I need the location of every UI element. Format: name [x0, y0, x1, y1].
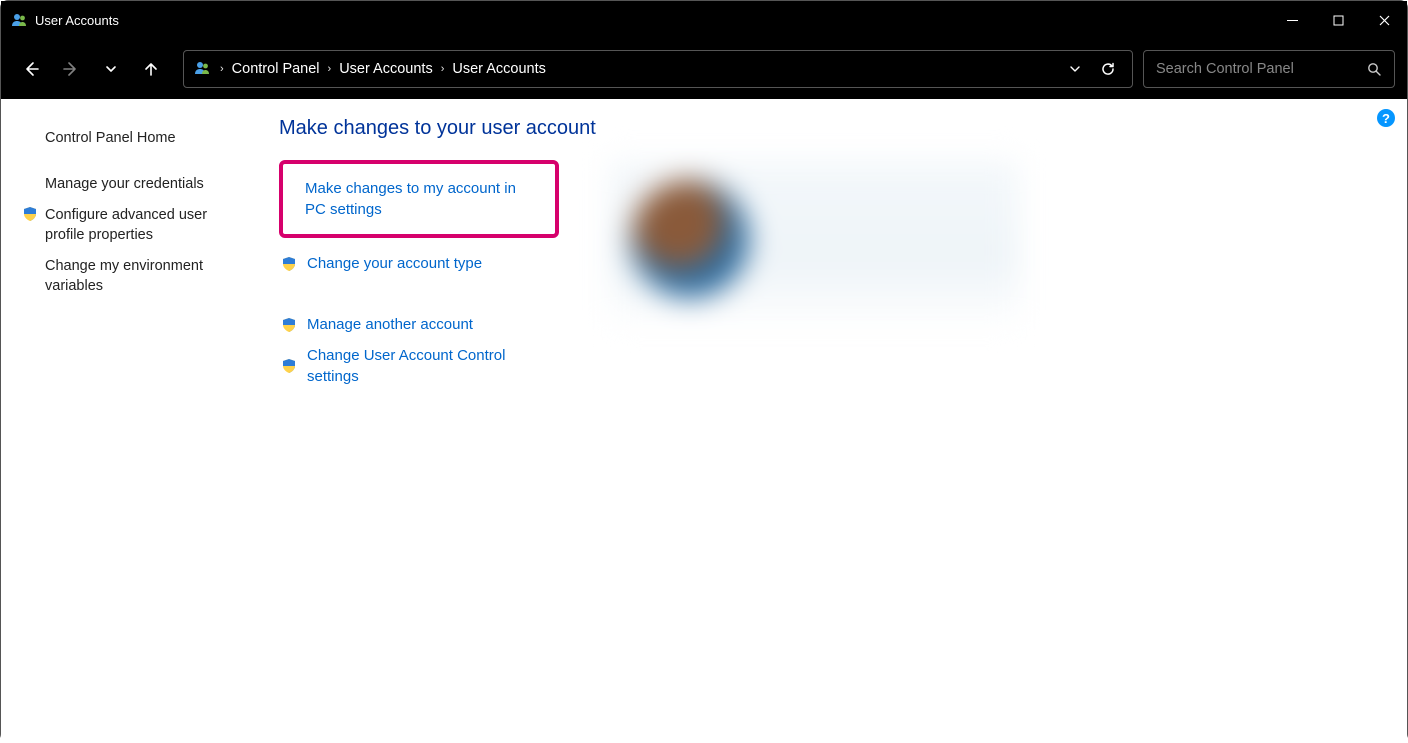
breadcrumb-root[interactable]: Control Panel — [226, 57, 326, 81]
shield-icon — [281, 358, 297, 374]
forward-button[interactable] — [53, 51, 89, 87]
sidebar-item-label: Configure advanced user profile properti… — [45, 206, 243, 245]
sidebar: Control Panel Home Manage your credentia… — [1, 99, 259, 743]
up-button[interactable] — [133, 51, 169, 87]
address-dropdown-button[interactable] — [1068, 62, 1082, 76]
navbar: › Control Panel › User Accounts › User A… — [1, 39, 1407, 99]
shield-icon — [281, 256, 297, 272]
control-panel-home-link[interactable]: Control Panel Home — [17, 123, 247, 155]
search-icon[interactable] — [1367, 62, 1382, 77]
back-button[interactable] — [13, 51, 49, 87]
page-heading: Make changes to your user account — [279, 117, 1387, 140]
window-title: User Accounts — [35, 13, 1269, 28]
sidebar-home-label: Control Panel Home — [45, 129, 176, 149]
option-label: Change your account type — [307, 253, 482, 274]
recent-locations-button[interactable] — [93, 51, 129, 87]
address-icon — [194, 60, 212, 78]
option-manage-another-account[interactable]: Manage another account — [279, 309, 559, 340]
sidebar-item-label: Manage your credentials — [45, 175, 204, 195]
shield-icon — [281, 317, 297, 333]
account-info-card — [609, 160, 1019, 330]
chevron-right-icon: › — [326, 63, 334, 75]
option-label: Change User Account Control settings — [307, 345, 559, 387]
option-change-account-type[interactable]: Change your account type — [279, 248, 559, 279]
minimize-button[interactable] — [1269, 1, 1315, 39]
sidebar-item-env-vars[interactable]: Change my environment variables — [17, 251, 247, 302]
address-bar[interactable]: › Control Panel › User Accounts › User A… — [183, 50, 1133, 88]
option-label: Manage another account — [307, 314, 473, 335]
chevron-right-icon: › — [218, 63, 226, 75]
breadcrumb-leaf[interactable]: User Accounts — [446, 57, 552, 81]
shield-icon — [21, 206, 39, 222]
search-box[interactable] — [1143, 50, 1395, 88]
search-input[interactable] — [1156, 61, 1367, 77]
options-column: Make changes to my account in PC setting… — [279, 160, 559, 392]
pc-settings-link[interactable]: Make changes to my account in PC setting… — [305, 180, 516, 218]
maximize-button[interactable] — [1315, 1, 1361, 39]
breadcrumb-mid[interactable]: User Accounts — [333, 57, 439, 81]
sidebar-item-label: Change my environment variables — [45, 257, 243, 296]
help-button[interactable]: ? — [1377, 109, 1395, 127]
refresh-button[interactable] — [1100, 61, 1116, 77]
sidebar-item-profile-properties[interactable]: Configure advanced user profile properti… — [17, 200, 247, 251]
sidebar-item-credentials[interactable]: Manage your credentials — [17, 169, 247, 201]
main-content: Make changes to your user account Make c… — [259, 99, 1407, 743]
chevron-right-icon: › — [439, 63, 447, 75]
app-icon — [11, 12, 27, 28]
highlighted-option: Make changes to my account in PC setting… — [279, 160, 559, 238]
close-button[interactable] — [1361, 1, 1407, 39]
titlebar: User Accounts — [1, 1, 1407, 39]
page-body: ? Control Panel Home Manage your credent… — [1, 99, 1407, 743]
option-uac-settings[interactable]: Change User Account Control settings — [279, 340, 559, 392]
